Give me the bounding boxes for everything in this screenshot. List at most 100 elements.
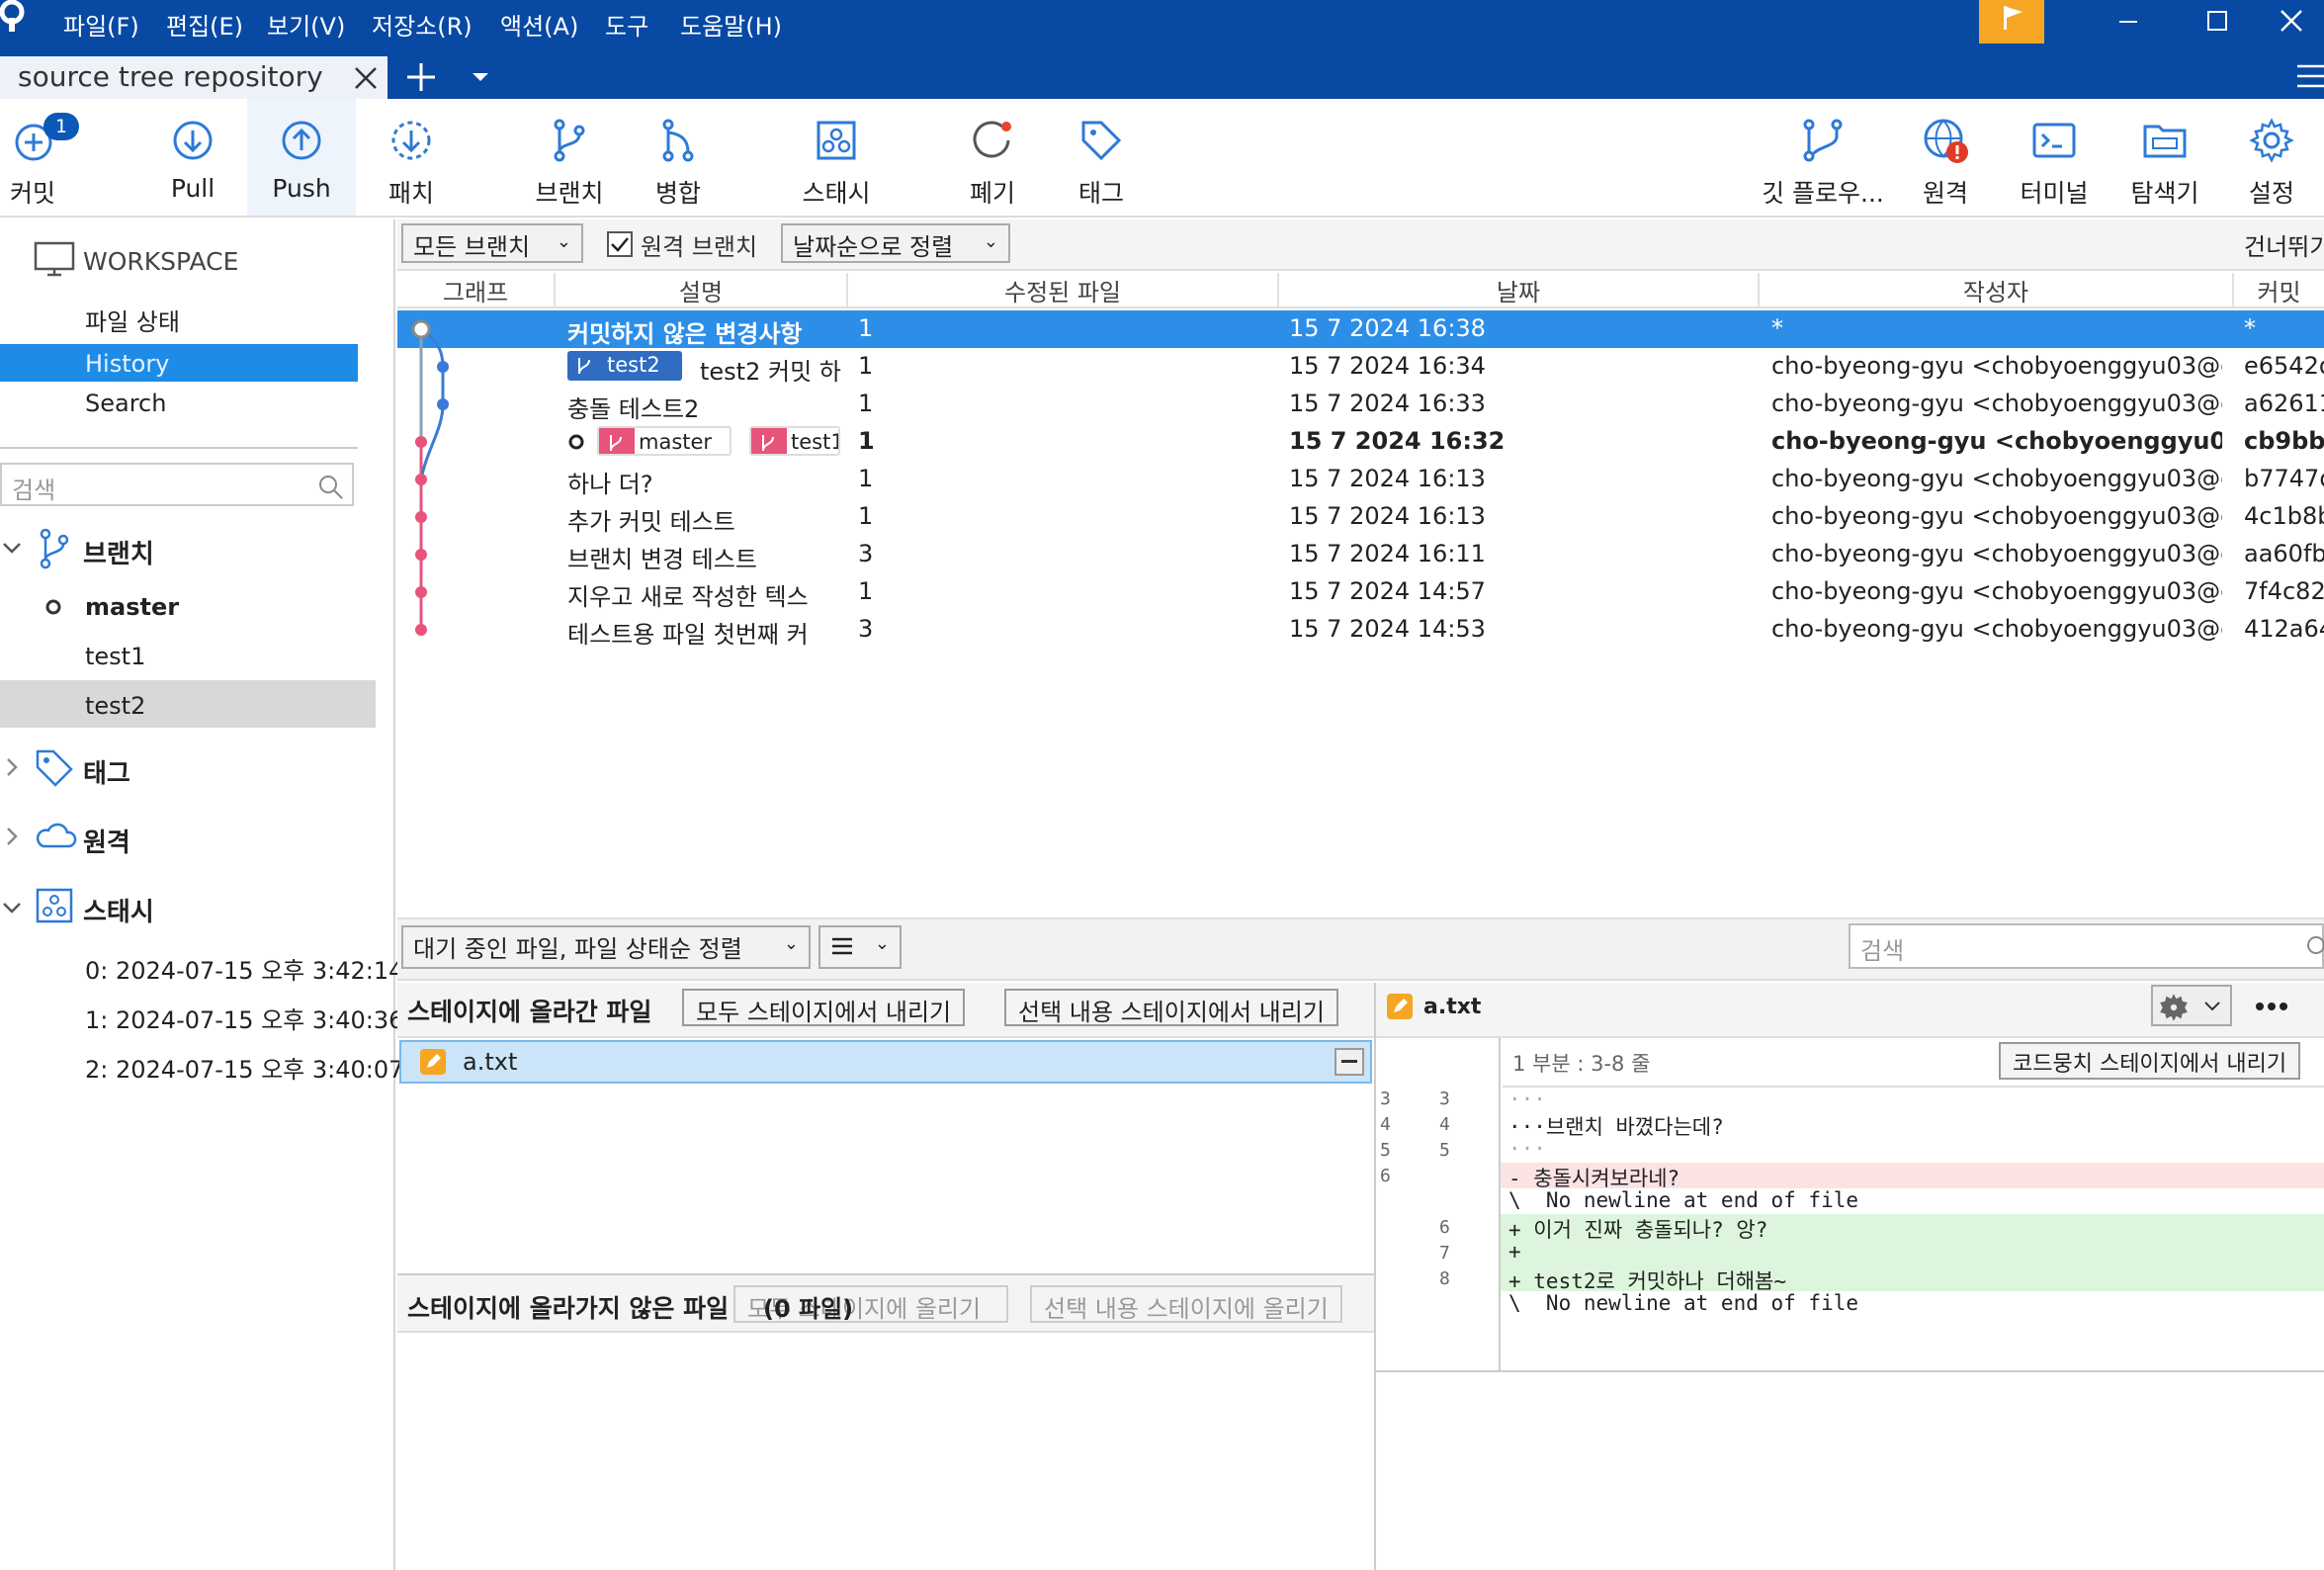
branch-label-badge[interactable]: test1 bbox=[749, 426, 840, 456]
new-line-number: 5 bbox=[1439, 1140, 1450, 1161]
fetch-label: 패치 bbox=[387, 179, 434, 208]
commit-hash: a62611 bbox=[2244, 390, 2324, 417]
stash-item[interactable]: 0: 2024-07-15 오후 3:42:14 bbox=[85, 951, 403, 986]
minimize-button[interactable] bbox=[2088, 0, 2167, 44]
gitflow-button[interactable]: 깃 플로우... bbox=[1752, 99, 1894, 216]
stash-item[interactable]: 2: 2024-07-15 오후 3:40:07 bbox=[85, 1050, 403, 1085]
commit-row[interactable]: 커밋하지 않은 변경사항 1 15 7 2024 16:38 * * bbox=[397, 310, 2324, 348]
pull-arrow-icon bbox=[173, 121, 213, 160]
unstage-hunk-button[interactable]: 코드뭉치 스테이지에서 내리기 bbox=[1999, 1042, 2301, 1080]
commit-hash: * bbox=[2244, 314, 2256, 342]
tags-header[interactable]: 태그 bbox=[83, 753, 130, 790]
column-commit[interactable]: 커밋 bbox=[2234, 273, 2324, 308]
chevron-down-icon: ⌄ bbox=[783, 933, 799, 954]
column-description[interactable]: 설명 bbox=[556, 273, 848, 308]
terminal-label: 터미널 bbox=[2020, 179, 2089, 208]
chevron-down-icon[interactable] bbox=[2, 898, 22, 917]
sidebar-item-search[interactable]: Search bbox=[85, 390, 166, 417]
commit-button[interactable]: 1 커밋 bbox=[0, 99, 79, 216]
branch-filter-dropdown[interactable]: 모든 브랜치 ⌄ bbox=[401, 223, 583, 263]
stash-item[interactable]: 1: 2024-07-15 오후 3:40:36 bbox=[85, 1001, 403, 1035]
pull-button[interactable]: Pull bbox=[156, 99, 229, 216]
chevron-right-icon[interactable] bbox=[2, 757, 22, 777]
sidebar-item-history[interactable]: History bbox=[0, 344, 358, 382]
terminal-button[interactable]: 터미널 bbox=[2011, 99, 2098, 216]
hunk-range: 1 부분 : 3-8 줄 bbox=[1512, 1052, 1651, 1076]
menu-edit[interactable]: 편집(E) bbox=[166, 7, 243, 42]
branch-test2-row[interactable]: test2 bbox=[0, 680, 376, 728]
more-options-icon[interactable] bbox=[2254, 995, 2293, 1018]
stash-icon bbox=[817, 121, 856, 160]
column-date[interactable]: 날짜 bbox=[1279, 273, 1760, 308]
branches-header[interactable]: 브랜치 bbox=[83, 534, 154, 570]
repository-tab[interactable]: source tree repository bbox=[0, 56, 387, 99]
remote-branches-checkbox[interactable] bbox=[607, 231, 633, 257]
merge-button[interactable]: 병합 bbox=[641, 99, 716, 216]
menu-tools[interactable]: 도구 bbox=[605, 7, 648, 42]
remote-globe-icon bbox=[1924, 119, 1968, 163]
remote-button[interactable]: 원격 bbox=[1906, 99, 1985, 216]
unstage-all-button[interactable]: 모두 스테이지에서 내리기 bbox=[682, 989, 966, 1026]
tab-list-chevron-icon[interactable] bbox=[469, 65, 492, 89]
stash-button[interactable]: 스태시 bbox=[791, 99, 882, 216]
menu-repository[interactable]: 저장소(R) bbox=[372, 7, 473, 42]
column-author[interactable]: 작성자 bbox=[1760, 273, 2234, 308]
unstage-file-button[interactable] bbox=[1334, 1048, 1364, 1076]
view-mode-dropdown[interactable]: ⌄ bbox=[818, 925, 902, 969]
remote-branches-label: 원격 브랜치 bbox=[641, 233, 758, 261]
fetch-button[interactable]: 패치 bbox=[376, 99, 447, 216]
column-graph[interactable]: 그래프 bbox=[397, 273, 556, 308]
commit-graph bbox=[411, 319, 449, 636]
commit-date: 15 7 2024 14:57 bbox=[1289, 577, 1486, 605]
chevron-down-icon[interactable] bbox=[2, 538, 22, 558]
stashes-header[interactable]: 스태시 bbox=[83, 892, 154, 928]
stage-selected-button[interactable]: 선택 내용 스테이지에 올리기 bbox=[1030, 1285, 1342, 1323]
sort-order-dropdown[interactable]: 날짜순으로 정렬 ⌄ bbox=[781, 223, 1010, 263]
close-window-button[interactable] bbox=[2264, 0, 2324, 44]
menu-view[interactable]: 보기(V) bbox=[267, 7, 345, 42]
commit-row[interactable]: test2 test2 커밋 하 1 15 7 2024 16:34 cho-b… bbox=[397, 348, 2324, 386]
sidebar-item-file-status[interactable]: 파일 상태 bbox=[85, 303, 180, 337]
menu-file[interactable]: 파일(F) bbox=[63, 7, 139, 42]
file-search-input[interactable]: 검색 bbox=[1849, 923, 2324, 969]
maximize-button[interactable] bbox=[2177, 0, 2256, 44]
tag-button[interactable]: 태그 bbox=[1062, 99, 1141, 216]
commit-row[interactable]: 하나 더? 1 15 7 2024 16:13 cho-byeong-gyu <… bbox=[397, 461, 2324, 498]
staged-file-row[interactable]: a.txt bbox=[399, 1040, 1372, 1084]
chevron-right-icon[interactable] bbox=[2, 827, 22, 846]
sidebar-search-input[interactable]: 검색 bbox=[0, 463, 354, 506]
menu-help[interactable]: 도움말(H) bbox=[680, 7, 782, 42]
commit-row[interactable]: master test1 1 15 7 2024 16:32 cho-byeon… bbox=[397, 423, 2324, 461]
unstage-selected-button[interactable]: 선택 내용 스테이지에서 내리기 bbox=[1004, 989, 1338, 1026]
list-view-icon bbox=[832, 937, 852, 955]
hamburger-menu-icon[interactable] bbox=[2293, 61, 2324, 91]
notification-flag-button[interactable] bbox=[1979, 0, 2044, 44]
skip-label[interactable]: 건너뛰기 bbox=[2244, 227, 2324, 262]
branch-master[interactable]: master bbox=[85, 593, 179, 621]
diff-options-dropdown[interactable] bbox=[2151, 985, 2232, 1026]
toolbar: 1 커밋 Pull Push 패치 브랜치 병합 스태시 폐기 태그 깃 플로우… bbox=[0, 99, 2324, 218]
explorer-button[interactable]: 탐색기 bbox=[2119, 99, 2210, 216]
branch-label-badge[interactable]: master bbox=[597, 426, 732, 456]
column-modified-files[interactable]: 수정된 파일 bbox=[848, 273, 1279, 308]
branch-test1[interactable]: test1 bbox=[85, 643, 145, 670]
close-tab-icon[interactable] bbox=[352, 64, 380, 92]
discard-button[interactable]: 폐기 bbox=[955, 99, 1030, 216]
commit-row[interactable]: 충돌 테스트2 1 15 7 2024 16:33 cho-byeong-gyu… bbox=[397, 386, 2324, 423]
push-button[interactable]: Push bbox=[247, 99, 356, 216]
commit-row[interactable]: 테스트용 파일 첫번째 커 3 15 7 2024 14:53 cho-byeo… bbox=[397, 611, 2324, 649]
commit-row[interactable]: 추가 커밋 테스트 1 15 7 2024 16:13 cho-byeong-g… bbox=[397, 498, 2324, 536]
remotes-header[interactable]: 원격 bbox=[83, 823, 130, 859]
commit-row[interactable]: 지우고 새로 작성한 텍스 1 15 7 2024 14:57 cho-byeo… bbox=[397, 573, 2324, 611]
commit-files: 1 bbox=[858, 352, 874, 380]
settings-button[interactable]: 설정 bbox=[2230, 99, 2313, 216]
file-sort-dropdown[interactable]: 대기 중인 파일, 파일 상태순 정렬 ⌄ bbox=[401, 925, 811, 969]
commit-row[interactable]: 브랜치 변경 테스트 3 15 7 2024 16:11 cho-byeong-… bbox=[397, 536, 2324, 573]
branch-label-badge[interactable]: test2 bbox=[567, 351, 682, 381]
new-tab-icon[interactable] bbox=[405, 61, 437, 93]
commit-files: 1 bbox=[858, 390, 874, 417]
branch-button[interactable]: 브랜치 bbox=[524, 99, 615, 216]
minimize-icon bbox=[2119, 21, 2137, 23]
diff-meta-line: \ No newline at end of file bbox=[1508, 1291, 1859, 1315]
menu-actions[interactable]: 액션(A) bbox=[500, 7, 578, 42]
